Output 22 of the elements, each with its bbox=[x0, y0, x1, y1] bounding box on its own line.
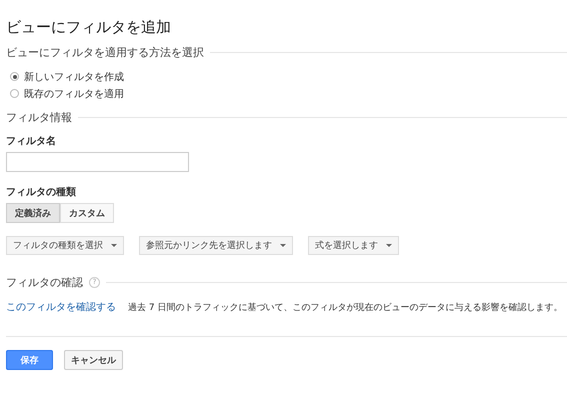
caret-icon bbox=[111, 244, 117, 247]
caret-icon bbox=[386, 244, 392, 247]
radio-icon[interactable] bbox=[10, 89, 19, 98]
filter-type-tab[interactable]: 定義済み bbox=[6, 203, 60, 223]
verify-filter-link[interactable]: このフィルタを確認する bbox=[6, 300, 116, 314]
dropdown[interactable]: 式を選択します bbox=[308, 236, 399, 255]
field-label: フィルタ名 bbox=[6, 134, 57, 148]
radio-icon[interactable] bbox=[10, 72, 19, 81]
page-title: ビューにフィルタを追加 bbox=[6, 18, 172, 37]
radio-option[interactable]: 新しいフィルタを作成 bbox=[10, 70, 567, 83]
field-label: フィルタの種類 bbox=[6, 186, 77, 199]
section-heading: フィルタ情報 bbox=[6, 110, 72, 125]
filter-name-field[interactable] bbox=[6, 152, 189, 172]
section-heading: ビューにフィルタを適用する方法を選択 bbox=[6, 45, 204, 60]
filter-type-tab[interactable]: カスタム bbox=[60, 203, 114, 223]
section-heading: フィルタの確認 bbox=[6, 275, 83, 290]
verify-description: 過去 7 日間のトラフィックに基づいて、このフィルタが現在のビューのデータに与える影響を確認します。 bbox=[128, 302, 562, 314]
radio-option[interactable]: 既存のフィルタを適用 bbox=[10, 87, 567, 100]
dropdown[interactable]: フィルタの種類を選択 bbox=[6, 236, 124, 255]
dropdown[interactable]: 参照元かリンク先を選択します bbox=[139, 236, 293, 255]
caret-icon bbox=[280, 244, 286, 247]
cancel-button[interactable]: キャンセル bbox=[64, 350, 123, 370]
